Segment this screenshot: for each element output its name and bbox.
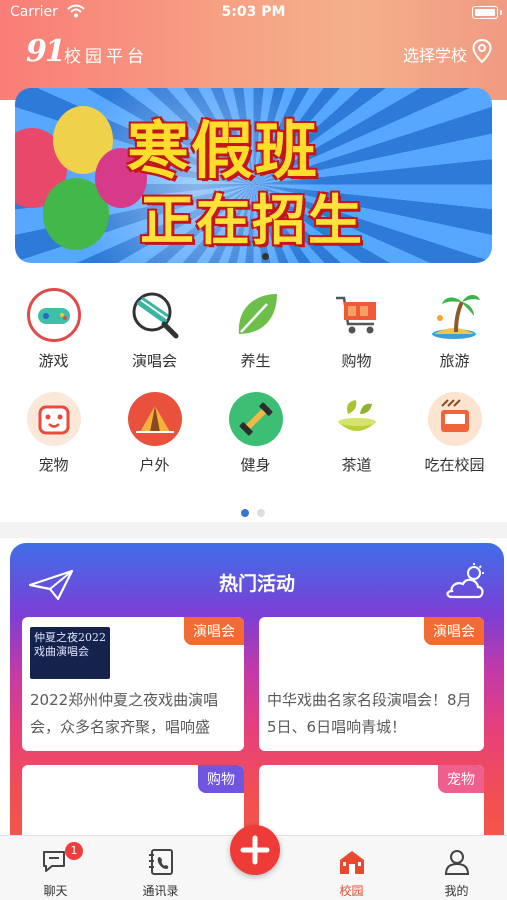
campus-building-icon xyxy=(339,851,364,874)
page-dot-active xyxy=(241,509,249,517)
location-pin-icon[interactable] xyxy=(471,38,493,64)
section-title: 热门活动 xyxy=(218,573,295,595)
category-label: 演唱会 xyxy=(131,352,177,370)
battery-tip-icon xyxy=(500,10,502,15)
weather-cloud-icon xyxy=(446,563,484,599)
activity-card[interactable]: 演唱会 仲夏之夜2022 戏曲演唱会 2022郑州仲夏之夜戏曲演唱会，众多名家齐… xyxy=(22,617,244,751)
category-tag: 购物 xyxy=(198,765,244,793)
select-school-button[interactable]: 选择学校 xyxy=(403,42,467,66)
tab-campus[interactable]: 校园 xyxy=(301,836,402,900)
category-games[interactable]: 游戏 xyxy=(3,288,104,371)
hot-activities-section: 热门活动 演唱会 仲夏之夜2022 戏曲演唱会 2022郑州仲夏之夜戏曲演唱会，… xyxy=(10,543,504,863)
tea-cup-icon xyxy=(330,392,384,446)
status-bar: Carrier 5:03 PM xyxy=(0,0,507,26)
leaf-icon xyxy=(229,288,283,342)
category-outdoor[interactable]: 户外 xyxy=(104,392,205,475)
tab-profile[interactable]: 我的 xyxy=(406,836,507,900)
category-tag: 演唱会 xyxy=(424,617,484,645)
category-label: 吃在校园 xyxy=(424,456,485,474)
category-campus-food[interactable]: 吃在校园 xyxy=(404,392,505,475)
category-label: 宠物 xyxy=(38,456,69,474)
promo-banner[interactable]: 寒假班 正在招生 xyxy=(15,88,492,263)
category-label: 户外 xyxy=(139,456,170,474)
section-divider xyxy=(0,522,507,538)
activity-description: 2022郑州仲夏之夜戏曲演唱会，众多名家齐聚，唱响盛 xyxy=(30,691,219,736)
dumbbell-icon xyxy=(228,392,283,446)
category-grid: 游戏 演唱会 养生 购物 旅游 宠物 户外 健身 茶道 吃在校园 xyxy=(0,276,507,496)
tab-label: 我的 xyxy=(444,884,469,898)
unread-badge: 1 xyxy=(65,842,83,860)
header: Carrier 5:03 PM 91 校园平台 选择学校 xyxy=(0,0,507,100)
category-fitness[interactable]: 健身 xyxy=(205,392,306,475)
add-button[interactable] xyxy=(230,825,280,875)
tab-label-active: 校园 xyxy=(339,884,364,898)
plus-icon xyxy=(240,835,270,865)
category-label: 茶道 xyxy=(341,456,372,474)
app-logo: 91 xyxy=(26,34,66,69)
category-label: 健身 xyxy=(240,456,271,474)
microphone-icon xyxy=(127,288,182,342)
shopping-cart-icon xyxy=(330,288,384,342)
palm-tree-icon xyxy=(428,288,482,342)
gamepad-icon xyxy=(26,288,81,342)
category-shopping[interactable]: 购物 xyxy=(306,288,407,371)
category-concert[interactable]: 演唱会 xyxy=(104,288,205,371)
category-label: 旅游 xyxy=(439,352,470,370)
battery-icon xyxy=(472,6,498,19)
activity-card[interactable]: 演唱会 中华戏曲名家名段演唱会！8月5日、6日唱响青城！ xyxy=(259,617,484,751)
tent-icon xyxy=(127,392,182,446)
tab-chat[interactable]: 1 聊天 xyxy=(5,836,106,900)
category-label: 游戏 xyxy=(38,352,69,370)
activity-thumbnail: 仲夏之夜2022 戏曲演唱会 xyxy=(30,627,110,679)
food-icon xyxy=(427,392,482,446)
banner-subtitle: 正在招生 xyxy=(140,189,364,252)
page-dot xyxy=(257,509,265,517)
clock: 5:03 PM xyxy=(221,4,286,20)
category-health[interactable]: 养生 xyxy=(205,288,306,371)
activity-description: 中华戏曲名家名段演唱会！8月5日、6日唱响青城！ xyxy=(267,691,472,736)
category-pets[interactable]: 宠物 xyxy=(3,392,104,475)
category-tag: 演唱会 xyxy=(184,617,244,645)
category-label: 养生 xyxy=(240,352,271,370)
user-icon xyxy=(444,850,469,875)
category-travel[interactable]: 旅游 xyxy=(404,288,505,371)
banner-page-indicator xyxy=(262,253,269,260)
category-page-indicator xyxy=(241,502,273,521)
category-label: 购物 xyxy=(341,352,372,370)
address-book-icon xyxy=(148,849,173,875)
category-tea[interactable]: 茶道 xyxy=(306,392,407,475)
pet-icon xyxy=(26,392,81,446)
tab-label: 通讯录 xyxy=(142,884,179,898)
tab-contacts[interactable]: 通讯录 xyxy=(110,836,211,900)
category-tag: 宠物 xyxy=(438,765,484,793)
tab-label: 聊天 xyxy=(43,884,68,898)
app-title: 校园平台 xyxy=(64,47,148,67)
